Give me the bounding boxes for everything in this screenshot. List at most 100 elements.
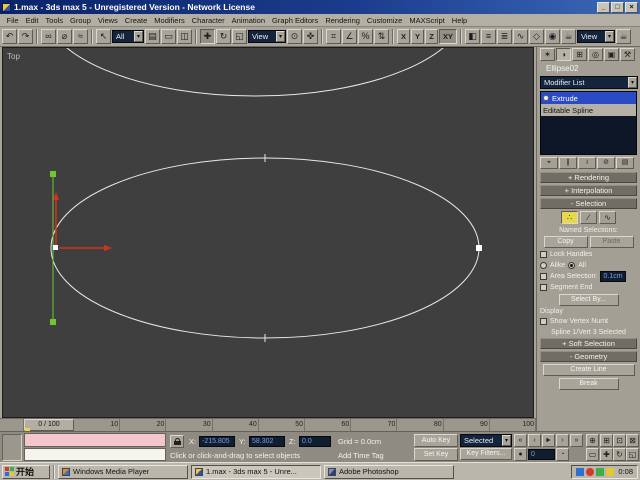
spline-sub-object-icon[interactable]: ∿ — [599, 211, 616, 224]
axis-constraint-y-button[interactable]: Y — [411, 29, 424, 44]
menu-character[interactable]: Character — [188, 16, 228, 25]
axis-constraint-z-button[interactable]: Z — [425, 29, 438, 44]
select-and-manipulate-icon[interactable]: ✜ — [303, 29, 318, 44]
menu-group[interactable]: Group — [67, 16, 95, 25]
selected-vertex-marker[interactable] — [476, 245, 482, 251]
current-frame-field[interactable]: 0 — [528, 449, 555, 460]
menu-graph-editors[interactable]: Graph Editors — [269, 16, 322, 25]
close-button[interactable]: × — [625, 1, 638, 13]
use-pivot-center-icon[interactable]: ⊙ — [287, 29, 302, 44]
select-and-rotate-icon[interactable]: ↻ — [216, 29, 231, 44]
selected-keys-dropdown[interactable]: Selected ▾ — [460, 434, 512, 447]
bind-to-spacewarp-icon[interactable]: ≈ — [73, 29, 88, 44]
menu-views[interactable]: Views — [94, 16, 121, 25]
key-filters-button[interactable]: Key Filters... — [460, 448, 512, 460]
segment-sub-object-icon[interactable]: ∕ — [580, 211, 597, 224]
bezier-handle-top[interactable] — [50, 171, 56, 177]
menu-customize[interactable]: Customize — [363, 16, 405, 25]
bezier-handle-bottom[interactable] — [50, 319, 56, 325]
area-selection-field[interactable]: 0.1cm — [600, 271, 627, 282]
task-adobe-photoshop[interactable]: Adobe Photoshop — [324, 464, 454, 479]
lightbulb-icon[interactable] — [543, 95, 549, 101]
tab-hierarchy-icon[interactable]: ⊞ — [572, 48, 587, 61]
tray-icon-3[interactable] — [596, 467, 605, 476]
vertex-sub-object-icon[interactable]: ∴ — [561, 211, 578, 224]
set-key-button[interactable]: Set Key — [414, 448, 458, 461]
start-button[interactable]: 开始 — [2, 464, 50, 479]
z-coord-field[interactable]: 0.0 — [299, 436, 331, 447]
menu-edit[interactable]: Edit — [22, 16, 42, 25]
maxscript-listener-pane[interactable] — [24, 448, 166, 461]
segment-end-checkbox[interactable] — [540, 284, 547, 291]
previous-frame-icon[interactable]: ‹ — [528, 434, 541, 447]
menu-rendering[interactable]: Rendering — [322, 16, 364, 25]
window-crossing-icon[interactable]: ◫ — [177, 29, 192, 44]
tab-create-icon[interactable]: ✶ — [540, 48, 555, 61]
align-icon[interactable]: ≡ — [481, 29, 496, 44]
tray-icon-1[interactable] — [576, 467, 585, 476]
selection-lock-icon[interactable] — [170, 435, 184, 448]
make-unique-icon[interactable]: ≀ — [578, 157, 596, 169]
schematic-view-icon[interactable]: ◇ — [529, 29, 544, 44]
maximize-button[interactable]: □ — [611, 1, 624, 13]
select-and-scale-icon[interactable]: ◱ — [232, 29, 247, 44]
play-animation-icon[interactable]: ► — [542, 434, 555, 447]
tab-motion-icon[interactable]: ◎ — [588, 48, 603, 61]
select-by-name-icon[interactable]: ▤ — [145, 29, 160, 44]
area-selection-checkbox[interactable] — [540, 273, 547, 280]
add-time-tag[interactable]: Add Time Tag — [338, 450, 384, 461]
render-type-dropdown[interactable]: View ▾ — [577, 30, 615, 43]
selection-filter-dropdown[interactable]: All ▾ — [112, 30, 144, 43]
alike-radio[interactable] — [540, 262, 547, 269]
zoom-icon[interactable]: ⊕ — [586, 434, 599, 447]
material-editor-icon[interactable]: ◉ — [545, 29, 560, 44]
reference-coordinate-dropdown[interactable]: View ▾ — [248, 30, 286, 43]
menu-help[interactable]: Help — [448, 16, 470, 25]
time-slider-handle[interactable]: 0 / 100 — [24, 419, 74, 431]
rectangular-selection-region-icon[interactable]: ▭ — [161, 29, 176, 44]
select-and-move-icon[interactable]: ✚ — [200, 29, 215, 44]
timeline-ruler[interactable]: 10 20 30 40 50 60 70 80 90 100 — [74, 419, 537, 431]
go-to-end-icon[interactable]: » — [570, 434, 583, 447]
time-configuration-icon[interactable]: ◔ — [556, 448, 569, 461]
zoom-extents-all-icon[interactable]: ⊠ — [626, 434, 639, 447]
menu-file[interactable]: File — [3, 16, 22, 25]
minimize-button[interactable]: _ — [597, 1, 610, 13]
percent-snap-icon[interactable]: % — [358, 29, 373, 44]
axis-constraint-x-button[interactable]: X — [397, 29, 410, 44]
listener-grip[interactable] — [2, 434, 22, 461]
stack-item-editable-spline[interactable]: Editable Spline — [541, 104, 636, 116]
snap-toggle-3d-icon[interactable]: ⌗ — [326, 29, 341, 44]
zoom-all-icon[interactable]: ⊞ — [600, 434, 613, 447]
copy-button[interactable]: Copy — [543, 236, 588, 248]
viewport-label[interactable]: Top — [7, 52, 20, 61]
undo-icon[interactable]: ↶ — [2, 29, 17, 44]
lock-handles-checkbox[interactable] — [540, 251, 547, 258]
task-3ds-max[interactable]: 1.max - 3ds max 5 - Unre... — [191, 464, 321, 479]
quick-render-icon[interactable]: ☕ — [616, 29, 631, 44]
rollout-interpolation[interactable]: + Interpolation — [540, 185, 637, 196]
arc-rotate-icon[interactable]: ↻ — [613, 448, 626, 461]
key-mode-toggle-icon[interactable]: ● — [514, 448, 527, 461]
macro-recorder-pane[interactable] — [24, 433, 166, 447]
pin-stack-icon[interactable]: ⌖ — [540, 157, 558, 169]
paste-button[interactable]: Paste — [589, 236, 634, 248]
rollout-soft-selection[interactable]: + Soft Selection — [540, 338, 637, 349]
select-object-icon[interactable]: ↖ — [96, 29, 111, 44]
tab-modify-icon[interactable]: ◑ — [556, 48, 571, 61]
unlink-selection-icon[interactable]: ⌀ — [57, 29, 72, 44]
select-and-link-icon[interactable]: ∞ — [41, 29, 56, 44]
select-by-button[interactable]: Select By... — [558, 294, 619, 306]
menu-modifiers[interactable]: Modifiers — [151, 16, 188, 25]
zoom-extents-icon[interactable]: ⊡ — [613, 434, 626, 447]
y-coord-field[interactable]: 58.302 — [249, 436, 285, 447]
task-windows-media-player[interactable]: Windows Media Player — [58, 464, 188, 479]
redo-icon[interactable]: ↷ — [18, 29, 33, 44]
spinner-snap-icon[interactable]: ⇅ — [374, 29, 389, 44]
rollout-geometry[interactable]: - Geometry — [540, 351, 637, 362]
pan-icon[interactable]: ✚ — [600, 448, 613, 461]
tab-display-icon[interactable]: ▣ — [604, 48, 619, 61]
angle-snap-icon[interactable]: ∠ — [342, 29, 357, 44]
curve-editor-icon[interactable]: ∿ — [513, 29, 528, 44]
break-button[interactable]: Break — [558, 378, 619, 390]
